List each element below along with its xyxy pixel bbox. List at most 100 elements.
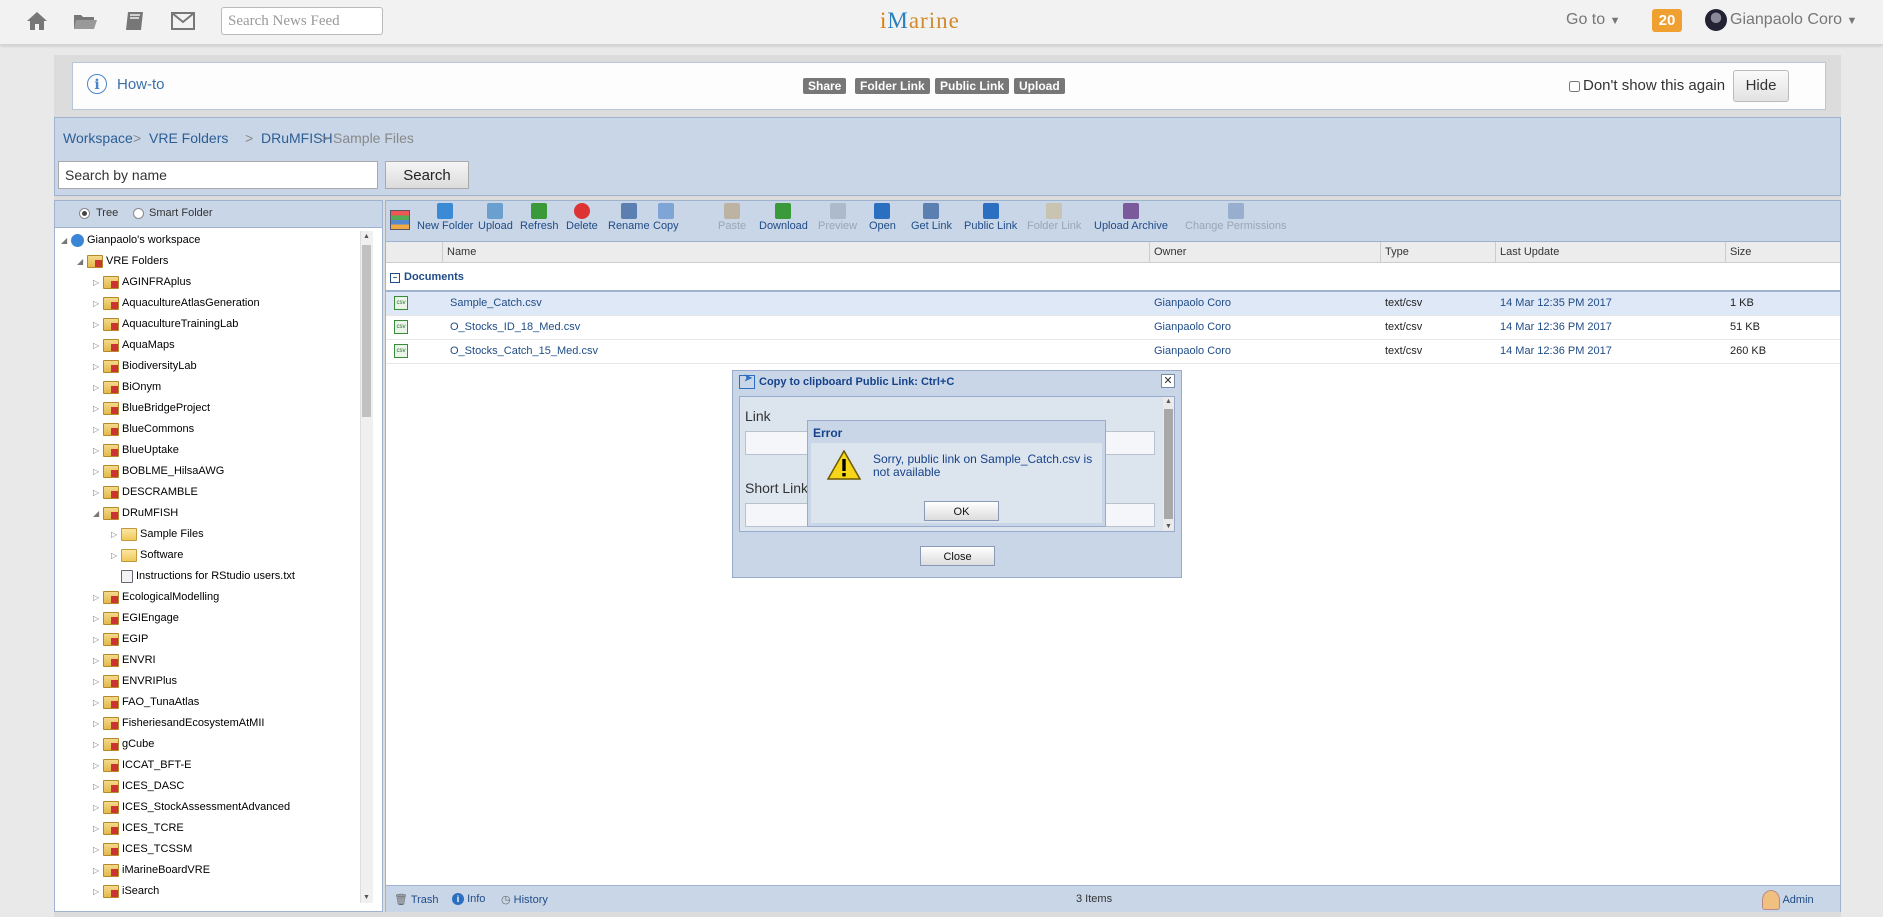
user-menu[interactable]: Gianpaolo Coro ▼: [1730, 11, 1857, 29]
expanded-arrow-icon[interactable]: ◢: [77, 253, 87, 271]
tree-item[interactable]: ▷ iMarineBoardVRE: [93, 861, 210, 881]
collapsed-arrow-icon[interactable]: ▷: [93, 589, 103, 607]
tree-item[interactable]: ▷ EcologicalModelling: [93, 588, 219, 608]
collapsed-arrow-icon[interactable]: ▷: [93, 295, 103, 313]
tree-item[interactable]: ▷ ICES_DASC: [93, 777, 184, 797]
refresh-button[interactable]: Refresh: [520, 203, 559, 232]
collapsed-arrow-icon[interactable]: ▷: [93, 400, 103, 418]
tree-item[interactable]: Instructions for RStudio users.txt: [111, 567, 295, 587]
collapsed-arrow-icon[interactable]: ▷: [93, 757, 103, 775]
tree-item[interactable]: ▷ FAO_TunaAtlas: [93, 693, 199, 713]
avatar[interactable]: [1705, 9, 1727, 31]
new-folder-button[interactable]: New Folder: [417, 203, 473, 232]
collapsed-arrow-icon[interactable]: ▷: [111, 526, 121, 544]
tree-item[interactable]: ▷ BOBLME_HilsaAWG: [93, 462, 224, 482]
dialog-close-icon[interactable]: ✕: [1161, 374, 1175, 388]
tree-item[interactable]: ▷ AGINFRAplus: [93, 273, 191, 293]
tree-item[interactable]: ◢ VRE Folders: [77, 252, 168, 272]
col-size[interactable]: Size: [1730, 246, 1751, 258]
table-row[interactable]: csv Sample_Catch.csv Gianpaolo Coro text/cs…: [386, 292, 1840, 316]
dialog-scrollbar[interactable]: ▲ ▼: [1163, 397, 1174, 531]
scroll-down-icon[interactable]: ▼: [363, 894, 370, 901]
tree-item[interactable]: ▷ DESCRAMBLE: [93, 483, 198, 503]
history-button[interactable]: ◷ History: [501, 893, 548, 906]
folder-link-button[interactable]: Folder Link: [1027, 203, 1081, 232]
collapse-icon[interactable]: −: [390, 273, 400, 283]
tree-item[interactable]: ▷ ICES_TCSSM: [93, 840, 192, 860]
collapsed-arrow-icon[interactable]: ▷: [93, 442, 103, 460]
tree-radio[interactable]: [79, 208, 90, 219]
tree-item[interactable]: ▷ BlueBridgeProject: [93, 399, 210, 419]
tree-item[interactable]: ▷ Software: [111, 546, 183, 566]
collapsed-arrow-icon[interactable]: ▷: [93, 820, 103, 838]
tree-item[interactable]: ▷ BiOnym: [93, 378, 161, 398]
collapsed-arrow-icon[interactable]: ▷: [93, 421, 103, 439]
upload-archive-button[interactable]: Upload Archive: [1094, 203, 1168, 232]
expanded-arrow-icon[interactable]: ◢: [93, 505, 103, 523]
smart-folder-radio[interactable]: [133, 208, 144, 219]
change-permissions-button[interactable]: Change Permissions: [1185, 203, 1287, 232]
scroll-up-icon[interactable]: ▲: [363, 233, 370, 240]
goto-menu[interactable]: Go to ▼: [1566, 11, 1620, 29]
grid-menu-icon[interactable]: [390, 210, 410, 230]
trash-button[interactable]: 🗑 Trash: [394, 893, 439, 906]
col-type[interactable]: Type: [1385, 246, 1409, 258]
collapsed-arrow-icon[interactable]: ▷: [93, 484, 103, 502]
tree-item[interactable]: ▷ BiodiversityLab: [93, 357, 197, 377]
collapsed-arrow-icon[interactable]: ▷: [93, 673, 103, 691]
dont-show-check[interactable]: [1569, 80, 1580, 92]
collapsed-arrow-icon[interactable]: ▷: [93, 799, 103, 817]
collapsed-arrow-icon[interactable]: ▷: [93, 883, 103, 901]
tree-item[interactable]: ▷ ICCAT_BFT-E: [93, 756, 191, 776]
expanded-arrow-icon[interactable]: ◢: [61, 232, 71, 250]
collapsed-arrow-icon[interactable]: ▷: [93, 862, 103, 880]
public-link-button[interactable]: Public Link: [964, 203, 1017, 232]
upload-button[interactable]: Upload: [478, 203, 513, 232]
ok-button[interactable]: OK: [924, 501, 999, 521]
open-button[interactable]: Open: [869, 203, 896, 232]
group-documents[interactable]: − Documents: [390, 271, 464, 283]
col-owner[interactable]: Owner: [1154, 246, 1186, 258]
copy-button[interactable]: Copy: [653, 203, 679, 232]
howto-link[interactable]: How-to: [117, 76, 165, 93]
tree-item[interactable]: ▷ ENVRI: [93, 651, 156, 671]
tree-item[interactable]: ▷ ENVRIPlus: [93, 672, 177, 692]
get-link-button[interactable]: Get Link: [911, 203, 952, 232]
scroll-down-icon[interactable]: ▼: [1165, 523, 1172, 530]
tree-item[interactable]: ▷ BlueUptake: [93, 441, 179, 461]
tree-item[interactable]: ▷ EGIP: [93, 630, 148, 650]
collapsed-arrow-icon[interactable]: ▷: [93, 841, 103, 859]
paste-button[interactable]: Paste: [718, 203, 746, 232]
tree-scrollbar-thumb[interactable]: [362, 245, 371, 417]
collapsed-arrow-icon[interactable]: ▷: [93, 358, 103, 376]
tree-item[interactable]: ▷ EGIEngage: [93, 609, 179, 629]
collapsed-arrow-icon[interactable]: ▷: [93, 274, 103, 292]
tree-item[interactable]: ▷ Sample Files: [111, 525, 204, 545]
search-button[interactable]: Search: [385, 161, 469, 189]
breadcrumb-vre-folders[interactable]: VRE Folders: [149, 130, 228, 146]
preview-button[interactable]: Preview: [818, 203, 857, 232]
hide-button[interactable]: Hide: [1733, 70, 1789, 102]
tree-item[interactable]: ▷ ICES_StockAssessmentAdvanced: [93, 798, 290, 818]
book-icon[interactable]: [122, 8, 148, 34]
col-name[interactable]: Name: [447, 246, 476, 258]
collapsed-arrow-icon[interactable]: ▷: [93, 652, 103, 670]
tree-item[interactable]: ▷ iSearch: [93, 882, 159, 902]
tree-item[interactable]: ◢ Gianpaolo's workspace: [61, 231, 200, 251]
collapsed-arrow-icon[interactable]: ▷: [111, 547, 121, 565]
dont-show-checkbox[interactable]: Don't show this again: [1569, 77, 1725, 94]
tree-item[interactable]: ▷ AquaMaps: [93, 336, 175, 356]
collapsed-arrow-icon[interactable]: ▷: [93, 736, 103, 754]
tree-item[interactable]: ▷ FisheriesandEcosystemAtMII: [93, 714, 264, 734]
breadcrumb-workspace[interactable]: Workspace: [63, 130, 133, 146]
tree-item[interactable]: ▷ AquacultureTrainingLab: [93, 315, 238, 335]
tree-scrollbar[interactable]: ▲ ▼: [360, 231, 373, 903]
collapsed-arrow-icon[interactable]: ▷: [93, 631, 103, 649]
tree-item[interactable]: ▷ BlueCommons: [93, 420, 194, 440]
mail-icon[interactable]: [170, 8, 196, 34]
collapsed-arrow-icon[interactable]: ▷: [93, 694, 103, 712]
imarine-logo[interactable]: iMarine: [880, 8, 960, 34]
info-button[interactable]: i Info: [452, 893, 485, 905]
search-by-name-input[interactable]: Search by name: [58, 161, 378, 189]
collapsed-arrow-icon[interactable]: ▷: [93, 379, 103, 397]
